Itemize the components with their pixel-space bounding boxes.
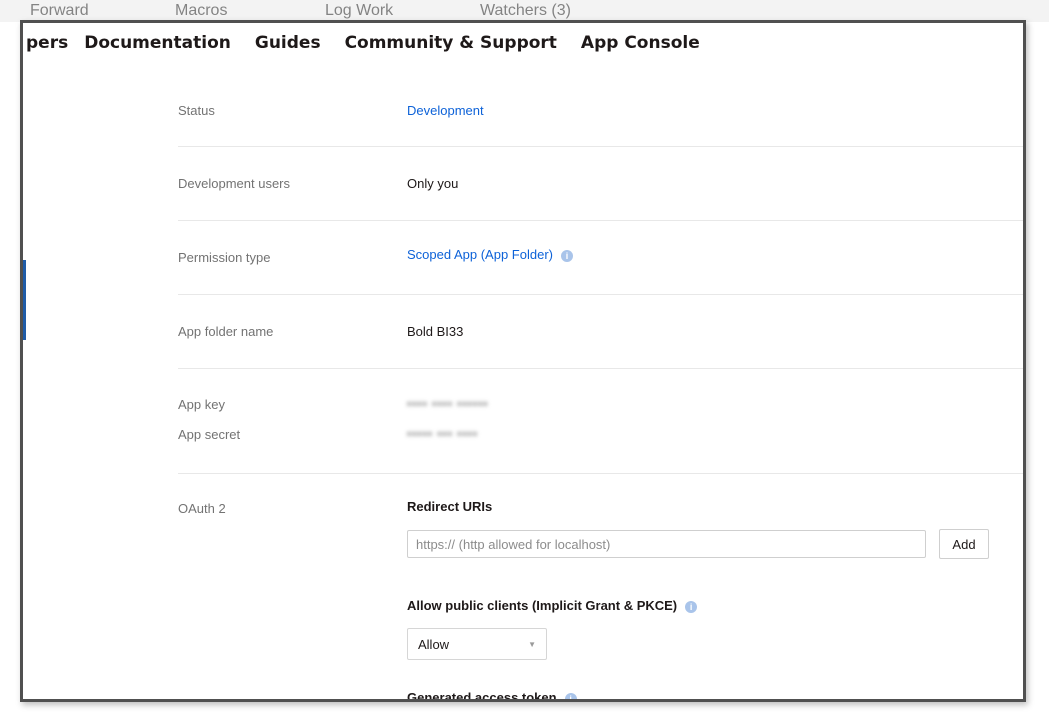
- permission-type-value-wrap: Scoped App (App Folder) i: [407, 247, 573, 262]
- status-row: Status Development: [178, 81, 1023, 147]
- status-value[interactable]: Development: [407, 103, 484, 118]
- oauth-label: OAuth 2: [178, 501, 226, 516]
- nav-item-guides[interactable]: Guides: [255, 33, 321, 53]
- redirect-uris-title: Redirect URIs: [407, 499, 493, 514]
- info-icon[interactable]: i: [564, 692, 577, 699]
- nav-item-app-console[interactable]: App Console: [581, 33, 700, 53]
- dev-users-row: Development users Only you: [178, 147, 1023, 221]
- app-key-label: App key: [178, 397, 225, 412]
- permission-type-value[interactable]: Scoped App (App Folder): [407, 247, 553, 262]
- backdrop-forward: Forward: [30, 2, 89, 19]
- backdrop-watchers: Watchers (3): [480, 2, 571, 19]
- info-icon[interactable]: i: [560, 249, 573, 262]
- access-token-wrap: Generated access token i: [407, 690, 577, 702]
- permission-type-label: Permission type: [178, 250, 271, 265]
- dev-users-label: Development users: [178, 176, 290, 191]
- nav-item-community-support[interactable]: Community & Support: [345, 33, 557, 53]
- screenshot-frame: pers Documentation Guides Community & Su…: [20, 20, 1026, 702]
- sidebar-edge: [23, 260, 26, 340]
- backdrop-macros: Macros: [175, 2, 228, 19]
- add-redirect-uri-button[interactable]: Add: [939, 529, 989, 559]
- oauth-row: OAuth 2 Redirect URIs Add Allow public c…: [178, 474, 1023, 702]
- top-nav: pers Documentation Guides Community & Su…: [23, 23, 1023, 63]
- app-folder-label: App folder name: [178, 324, 274, 339]
- public-clients-wrap: Allow public clients (Implicit Grant & P…: [407, 598, 698, 613]
- app-credentials-row: App key •••• •••• •••••• App secret ••••…: [178, 369, 1023, 474]
- access-token-title: Generated access token: [407, 690, 557, 702]
- info-icon[interactable]: i: [685, 600, 698, 613]
- app-secret-label: App secret: [178, 427, 241, 442]
- app-folder-row: App folder name Bold BI33: [178, 295, 1023, 369]
- public-clients-title: Allow public clients (Implicit Grant & P…: [407, 598, 678, 613]
- public-clients-selected: Allow: [418, 636, 450, 652]
- background-toolbar: Forward Macros Log Work Watchers (3): [0, 0, 1049, 22]
- app-key-value: •••• •••• ••••••: [407, 397, 489, 411]
- app-folder-value: Bold BI33: [407, 324, 464, 339]
- nav-item-developers[interactable]: pers: [26, 33, 68, 53]
- status-label: Status: [178, 103, 215, 118]
- public-clients-select[interactable]: Allow ▼: [407, 628, 547, 660]
- permission-type-row: Permission type Scoped App (App Folder) i: [178, 221, 1023, 295]
- backdrop-log-work: Log Work: [325, 2, 394, 19]
- dev-users-value: Only you: [407, 176, 459, 191]
- chevron-down-icon: ▼: [528, 639, 536, 649]
- app-secret-value: ••••• ••• ••••: [407, 427, 479, 441]
- redirect-uri-input[interactable]: [407, 530, 926, 558]
- nav-item-documentation[interactable]: Documentation: [84, 33, 231, 53]
